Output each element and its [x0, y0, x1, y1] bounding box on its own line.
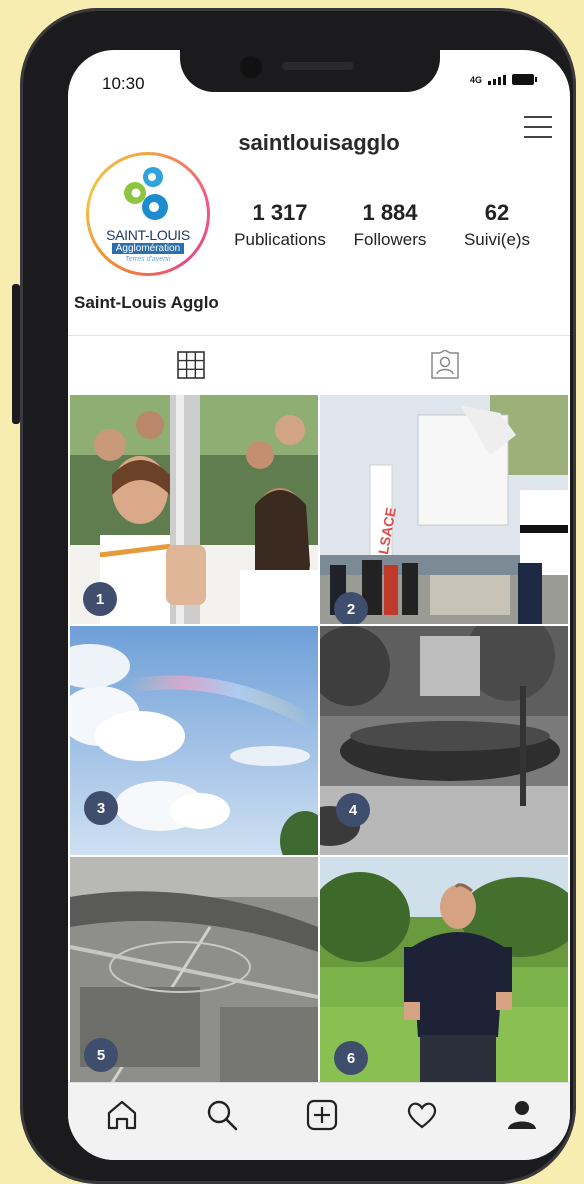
stat-followers[interactable]: 1 884 Followers — [342, 200, 438, 250]
add-post-icon[interactable] — [304, 1097, 340, 1133]
logo-title: SAINT-LOUIS — [106, 227, 190, 243]
post-number-badge: 1 — [83, 582, 117, 616]
post-thumbnail[interactable]: 4 — [320, 626, 568, 855]
menu-icon[interactable] — [524, 116, 552, 140]
home-icon[interactable] — [104, 1097, 140, 1133]
post-number-badge: 6 — [334, 1041, 368, 1075]
grid-icon[interactable] — [176, 350, 206, 380]
post-number-badge: 3 — [84, 791, 118, 825]
profile-icon[interactable] — [504, 1097, 540, 1133]
stat-value: 1 884 — [362, 200, 418, 225]
stat-publications[interactable]: 1 317 Publications — [226, 200, 334, 250]
signal-icon — [488, 75, 507, 85]
ceremony-photo: ALSACE — [320, 395, 568, 624]
phone-side-button — [12, 284, 20, 424]
app-screen: 10:30 4G saintlouisagglo SAINT-LOUIS Agg… — [68, 50, 570, 1160]
battery-icon — [512, 74, 538, 85]
stat-following[interactable]: 62 Suivi(e)s — [452, 200, 542, 250]
stat-label: Followers — [353, 230, 427, 249]
status-time: 10:30 — [102, 74, 145, 93]
profile-display-name: Saint-Louis Agglo — [74, 293, 219, 312]
post-thumbnail[interactable]: ALSACE 2 — [320, 395, 568, 624]
bottom-nav — [68, 1082, 570, 1160]
post-number-badge: 2 — [334, 592, 368, 624]
profile-tabs — [68, 335, 570, 394]
phone-notch — [180, 48, 440, 92]
stat-label: Publications — [234, 230, 326, 249]
status-icons: 4G — [470, 74, 538, 85]
post-number-badge: 4 — [336, 793, 370, 827]
search-icon[interactable] — [204, 1097, 240, 1133]
post-number-badge: 5 — [84, 1038, 118, 1072]
post-thumbnail[interactable]: 1 — [70, 395, 318, 624]
post-thumbnail[interactable]: 5 — [70, 857, 318, 1086]
post-thumbnail[interactable]: 6 — [320, 857, 568, 1086]
stat-value: 62 — [484, 200, 510, 225]
logo-tagline: Terres d'avenir — [125, 256, 171, 263]
logo-subtitle: Agglomération — [89, 243, 207, 254]
avatar-logo: SAINT-LOUIS Agglomération Terres d'aveni… — [89, 155, 207, 273]
stat-label: Suivi(e)s — [463, 230, 531, 249]
post-thumbnail[interactable]: 3 — [70, 626, 318, 855]
speaker-grille — [282, 62, 354, 70]
stat-value: 1 317 — [252, 200, 308, 225]
logo-mark-icon — [124, 167, 168, 220]
network-label: 4G — [470, 75, 483, 85]
avatar[interactable]: SAINT-LOUIS Agglomération Terres d'aveni… — [86, 152, 210, 276]
phone-frame: 10:30 4G saintlouisagglo SAINT-LOUIS Agg… — [12, 8, 576, 1184]
heart-icon[interactable] — [404, 1097, 440, 1133]
front-camera — [240, 56, 262, 78]
tagged-person-icon[interactable] — [430, 350, 460, 380]
